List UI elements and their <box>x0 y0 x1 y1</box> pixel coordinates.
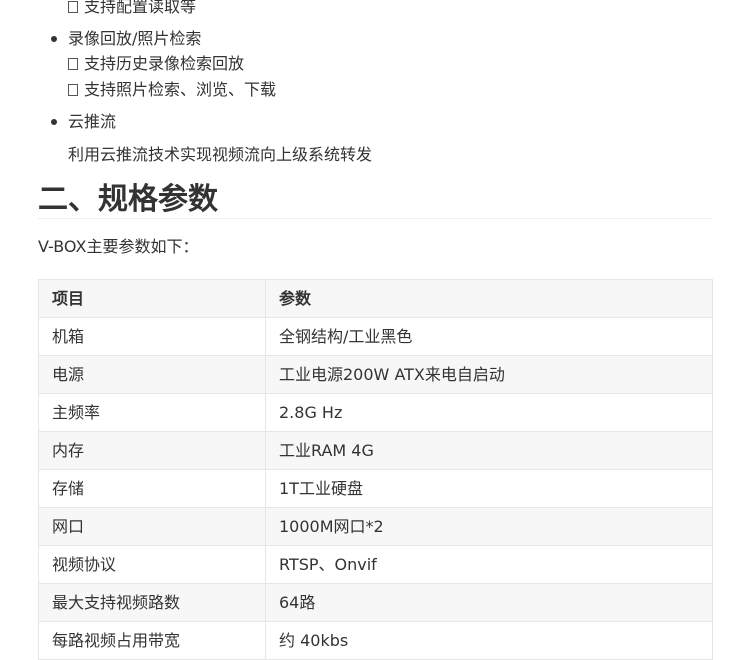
table-cell-item: 主频率 <box>38 393 266 432</box>
table-cell-value: 约 40kbs <box>265 621 713 660</box>
table-row: 每路视频占用带宽 约 40kbs <box>38 621 713 660</box>
heading-divider <box>38 218 712 219</box>
table-cell-value: 2.8G Hz <box>265 393 713 432</box>
sub-item: 支持配置读取等 <box>68 0 196 18</box>
bullet-icon <box>51 119 57 125</box>
spec-table-wrapper: 项目 参数 机箱 全钢结构/工业黑色 电源 工业电源200W ATX来电自启动 … <box>38 279 713 660</box>
table-cell-item: 电源 <box>38 355 266 394</box>
checkbox-icon <box>68 1 78 13</box>
sub-item: 支持照片检索、浏览、下载 <box>68 79 276 101</box>
table-cell-item: 视频协议 <box>38 545 266 584</box>
table-row: 视频协议 RTSP、Onvif <box>38 545 713 584</box>
table-cell-item: 机箱 <box>38 317 266 356</box>
section-intro: V-BOX主要参数如下： <box>38 237 199 256</box>
table-cell-value: 1000M网口*2 <box>265 507 713 546</box>
table-row: 内存 工业RAM 4G <box>38 431 713 470</box>
table-row: 最大支持视频路数 64路 <box>38 583 713 622</box>
table-cell-item: 内存 <box>38 431 266 470</box>
table-cell-value: RTSP、Onvif <box>265 545 713 584</box>
checkbox-icon <box>68 84 78 96</box>
table-cell-value: 64路 <box>265 583 713 622</box>
table-row: 电源 工业电源200W ATX来电自启动 <box>38 355 713 394</box>
sub-item-label: 支持配置读取等 <box>84 0 197 16</box>
checkbox-icon <box>68 58 78 70</box>
sub-item-label: 支持照片检索、浏览、下载 <box>84 80 277 99</box>
spec-table: 项目 参数 机箱 全钢结构/工业黑色 电源 工业电源200W ATX来电自启动 … <box>38 279 713 660</box>
table-row: 机箱 全钢结构/工业黑色 <box>38 317 713 356</box>
table-header-item: 项目 <box>38 279 266 318</box>
table-cell-value: 1T工业硬盘 <box>265 469 713 508</box>
table-row: 主频率 2.8G Hz <box>38 393 713 432</box>
table-cell-item: 每路视频占用带宽 <box>38 621 266 660</box>
list-item-title: 录像回放/照片检索 <box>68 29 202 48</box>
table-cell-item: 网口 <box>38 507 266 546</box>
section-heading: 二、规格参数 <box>38 182 218 217</box>
bullet-icon <box>51 36 57 42</box>
table-header-row: 项目 参数 <box>38 279 713 318</box>
table-row: 存储 1T工业硬盘 <box>38 469 713 508</box>
table-row: 网口 1000M网口*2 <box>38 507 713 546</box>
table-header-value: 参数 <box>265 279 713 318</box>
table-cell-item: 最大支持视频路数 <box>38 583 266 622</box>
table-cell-value: 工业RAM 4G <box>265 431 713 470</box>
sub-item: 支持历史录像检索回放 <box>68 53 244 75</box>
table-cell-value: 全钢结构/工业黑色 <box>265 317 713 356</box>
sub-item-label: 支持历史录像检索回放 <box>84 54 245 73</box>
table-cell-item: 存储 <box>38 469 266 508</box>
list-item-description: 利用云推流技术实现视频流向上级系统转发 <box>68 145 373 164</box>
list-item-title: 云推流 <box>68 112 117 131</box>
table-cell-value: 工业电源200W ATX来电自启动 <box>265 355 713 394</box>
